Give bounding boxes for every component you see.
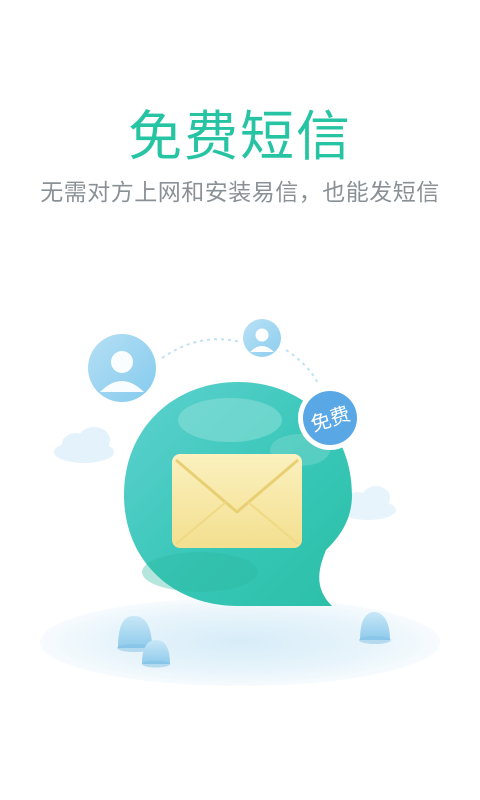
connection-arc	[161, 338, 241, 359]
contact-avatar-icon	[88, 334, 156, 402]
cloud-icon	[54, 427, 114, 463]
free-badge: 免费	[298, 386, 362, 450]
connection-arc	[285, 349, 319, 385]
guide-screen: 免费短信 无需对方上网和安装易信，也能发短信 免费	[0, 0, 480, 800]
page-title: 免费短信	[128, 105, 352, 168]
free-sms-illustration: 免费	[0, 280, 480, 740]
page-subtitle: 无需对方上网和安装易信，也能发短信	[40, 180, 440, 206]
envelope-icon	[172, 454, 302, 548]
contact-avatar-icon	[243, 319, 281, 357]
